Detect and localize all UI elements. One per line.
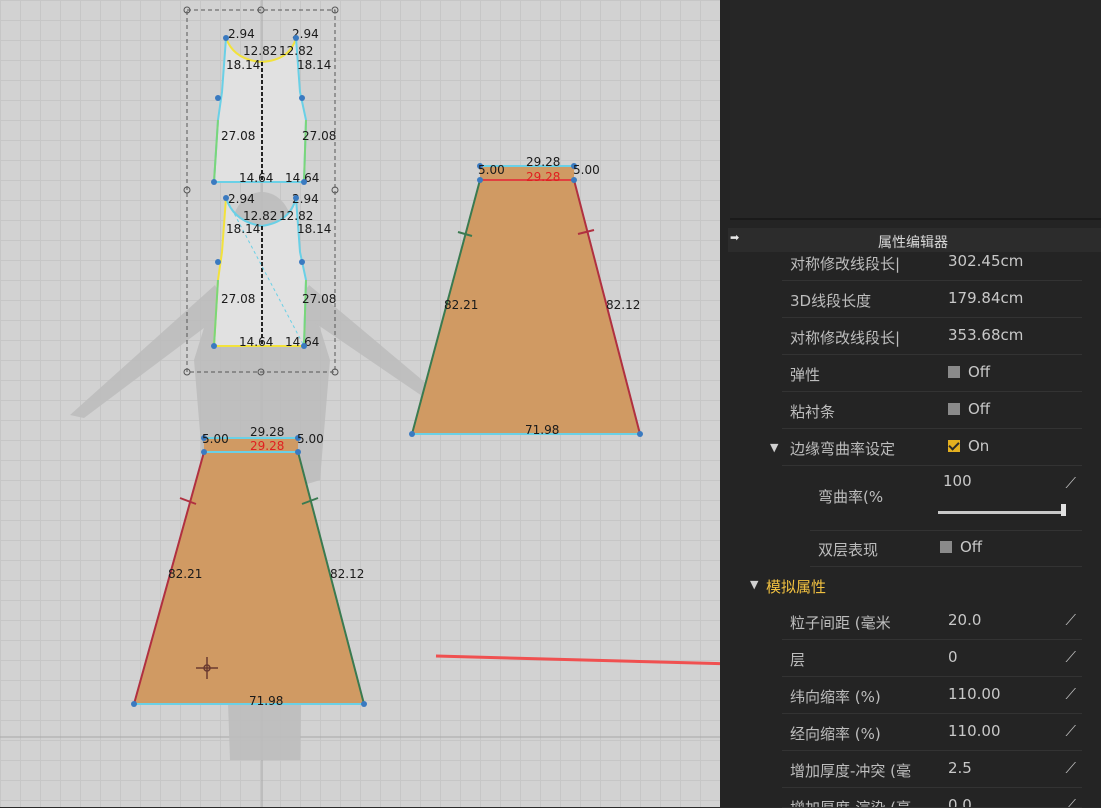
section-title: 模拟属性 bbox=[766, 578, 827, 596]
skirt-left-side-right: 82.12 bbox=[330, 567, 364, 581]
row-label: 弹性 bbox=[790, 366, 821, 384]
bodice-bottom-label-neck-left: 12.82 bbox=[243, 209, 277, 223]
row-thickness-collision[interactable]: 增加厚度-冲突 (毫 2.5 ⟋ bbox=[782, 751, 1082, 788]
row-label: 增加厚度-冲突 (毫 bbox=[790, 762, 912, 780]
pattern-svg[interactable]: 2.94 2.94 12.82 12.82 18.14 18.14 27.08 … bbox=[0, 0, 720, 807]
skirt-right-waist: 29.28 bbox=[526, 155, 560, 169]
expand-triangle-icon[interactable]: ▼ bbox=[750, 578, 758, 591]
row-value[interactable]: 0.0 bbox=[948, 796, 972, 807]
bodice-top-label-side-top-left: 18.14 bbox=[226, 58, 260, 72]
row-label: 经向缩率 (%) bbox=[790, 725, 881, 743]
row-double-layer[interactable]: 双层表现 Off bbox=[810, 530, 1082, 567]
bodice-bottom-label-bottom-left: 14.64 bbox=[239, 335, 273, 349]
bodice-bottom-label-side-left: 27.08 bbox=[221, 292, 255, 306]
interlining-toggle[interactable]: Off bbox=[948, 400, 990, 418]
row-label: 对称修改线段长| bbox=[790, 329, 901, 347]
row-layer[interactable]: 层 0 ⟋ bbox=[782, 640, 1082, 677]
property-panel: ➡ 属性编辑器 对称修改线段长| 302.45cm 3D线段长度 179.84c… bbox=[720, 0, 1101, 808]
elasticity-toggle[interactable]: Off bbox=[948, 363, 990, 381]
skirt-right-waist-red: 29.28 bbox=[526, 170, 560, 184]
row-curvature-percent[interactable]: 弯曲率(% 100 ⟋ bbox=[810, 466, 1082, 531]
toggle-state: Off bbox=[968, 363, 991, 381]
expand-triangle-icon[interactable]: ▼ bbox=[770, 441, 778, 454]
row-value[interactable]: 302.45cm bbox=[948, 252, 1023, 270]
row-label: 层 bbox=[790, 651, 806, 669]
bodice-bottom-label-neck-right: 12.82 bbox=[279, 209, 313, 223]
panel-upper-area bbox=[730, 0, 1101, 220]
row-label: 粘衬条 bbox=[790, 403, 836, 421]
skirt-right-side-right: 82.12 bbox=[606, 298, 640, 312]
bodice-bottom-label-side-right: 27.08 bbox=[302, 292, 336, 306]
checkbox-icon[interactable] bbox=[940, 541, 952, 553]
pin-icon[interactable]: ⟋ bbox=[1065, 759, 1076, 777]
skirt-right-corner-left: 5.00 bbox=[478, 163, 505, 177]
double-layer-toggle[interactable]: Off bbox=[940, 538, 982, 556]
bodice-top-label-side-top-right: 18.14 bbox=[297, 58, 331, 72]
bodice-bottom-label-side-top-right: 18.14 bbox=[297, 222, 331, 236]
collapse-arrow-icon[interactable]: ➡ bbox=[730, 231, 739, 244]
row-symmetric-length-2[interactable]: 对称修改线段长| 353.68cm bbox=[782, 318, 1082, 355]
row-edge-curvature[interactable]: ▼ 边缘弯曲率设定 On bbox=[770, 429, 1082, 466]
row-value[interactable]: 110.00 bbox=[948, 722, 1001, 740]
curvature-toggle[interactable]: On bbox=[948, 437, 989, 455]
row-value[interactable]: 353.68cm bbox=[948, 326, 1023, 344]
skirt-right-corner-right: 5.00 bbox=[573, 163, 600, 177]
row-value[interactable]: 110.00 bbox=[948, 685, 1001, 703]
row-label: 双层表现 bbox=[818, 541, 879, 559]
row-3d-length[interactable]: 3D线段长度 179.84cm bbox=[782, 281, 1082, 318]
bodice-bottom-label-tl: 2.94 bbox=[228, 192, 255, 206]
bodice-top-label-neck-right: 12.82 bbox=[279, 44, 313, 58]
bodice-bottom-label-side-top-left: 18.14 bbox=[226, 222, 260, 236]
row-interlining[interactable]: 粘衬条 Off bbox=[782, 392, 1082, 429]
bodice-top-label-side-left: 27.08 bbox=[221, 129, 255, 143]
pin-icon[interactable]: ⟋ bbox=[1065, 685, 1076, 703]
row-label: 对称修改线段长| bbox=[790, 255, 901, 273]
skirt-left-hem: 71.98 bbox=[249, 694, 283, 708]
simulation-section-header[interactable]: ▼ 模拟属性 bbox=[750, 572, 1080, 600]
pattern-canvas[interactable]: 2.94 2.94 12.82 12.82 18.14 18.14 27.08 … bbox=[0, 0, 720, 807]
row-value[interactable]: 179.84cm bbox=[948, 289, 1023, 307]
row-particle-distance[interactable]: 粒子间距 (毫米 20.0 ⟋ bbox=[782, 603, 1082, 640]
skirt-right-side-left: 82.21 bbox=[444, 298, 478, 312]
bodice-top-label-tl: 2.94 bbox=[228, 27, 255, 41]
skirt-right-hem: 71.98 bbox=[525, 423, 559, 437]
skirt-left-corner-left: 5.00 bbox=[202, 432, 229, 446]
row-value[interactable]: 0 bbox=[948, 648, 958, 666]
row-value[interactable]: 20.0 bbox=[948, 611, 981, 629]
row-weft-shrinkage[interactable]: 纬向缩率 (%) 110.00 ⟋ bbox=[782, 677, 1082, 714]
checkbox-checked-icon[interactable] bbox=[948, 440, 960, 452]
row-label: 增加厚度-渲染 (毫 bbox=[790, 799, 912, 808]
curvature-slider-thumb[interactable] bbox=[1061, 504, 1066, 516]
skirt-left-waist: 29.28 bbox=[250, 425, 284, 439]
pin-icon[interactable]: ⟋ bbox=[1065, 796, 1076, 807]
row-label: 3D线段长度 bbox=[790, 292, 872, 310]
pin-icon[interactable]: ⟋ bbox=[1065, 474, 1076, 492]
row-elasticity[interactable]: 弹性 Off bbox=[782, 355, 1082, 392]
skirt-left-corner-right: 5.00 bbox=[297, 432, 324, 446]
annotation-arrow bbox=[435, 654, 720, 666]
row-thickness-render[interactable]: 增加厚度-渲染 (毫 0.0 ⟋ bbox=[782, 788, 1082, 808]
checkbox-icon[interactable] bbox=[948, 366, 960, 378]
row-value[interactable]: 2.5 bbox=[948, 759, 972, 777]
row-label: 纬向缩率 (%) bbox=[790, 688, 881, 706]
pin-icon[interactable]: ⟋ bbox=[1065, 648, 1076, 666]
row-label: 粒子间距 (毫米 bbox=[790, 614, 891, 632]
row-label: 弯曲率(% bbox=[818, 488, 884, 506]
bodice-top-label-side-right: 27.08 bbox=[302, 129, 336, 143]
toggle-state: Off bbox=[960, 538, 983, 556]
bodice-top-label-bottom-left: 14.64 bbox=[239, 171, 273, 185]
row-symmetric-length-1[interactable]: 对称修改线段长| 302.45cm bbox=[782, 244, 1082, 281]
skirt-left-side-left: 82.21 bbox=[168, 567, 202, 581]
skirt-left-waist-red: 29.28 bbox=[250, 439, 284, 453]
row-value[interactable]: 100 bbox=[943, 472, 972, 490]
toggle-state: Off bbox=[968, 400, 991, 418]
pin-icon[interactable]: ⟋ bbox=[1065, 611, 1076, 629]
checkbox-icon[interactable] bbox=[948, 403, 960, 415]
row-label: 边缘弯曲率设定 bbox=[790, 440, 896, 458]
curvature-slider-track[interactable] bbox=[938, 511, 1066, 514]
row-warp-shrinkage[interactable]: 经向缩率 (%) 110.00 ⟋ bbox=[782, 714, 1082, 751]
bodice-top-label-neck-left: 12.82 bbox=[243, 44, 277, 58]
toggle-state: On bbox=[968, 437, 990, 455]
pin-icon[interactable]: ⟋ bbox=[1065, 722, 1076, 740]
